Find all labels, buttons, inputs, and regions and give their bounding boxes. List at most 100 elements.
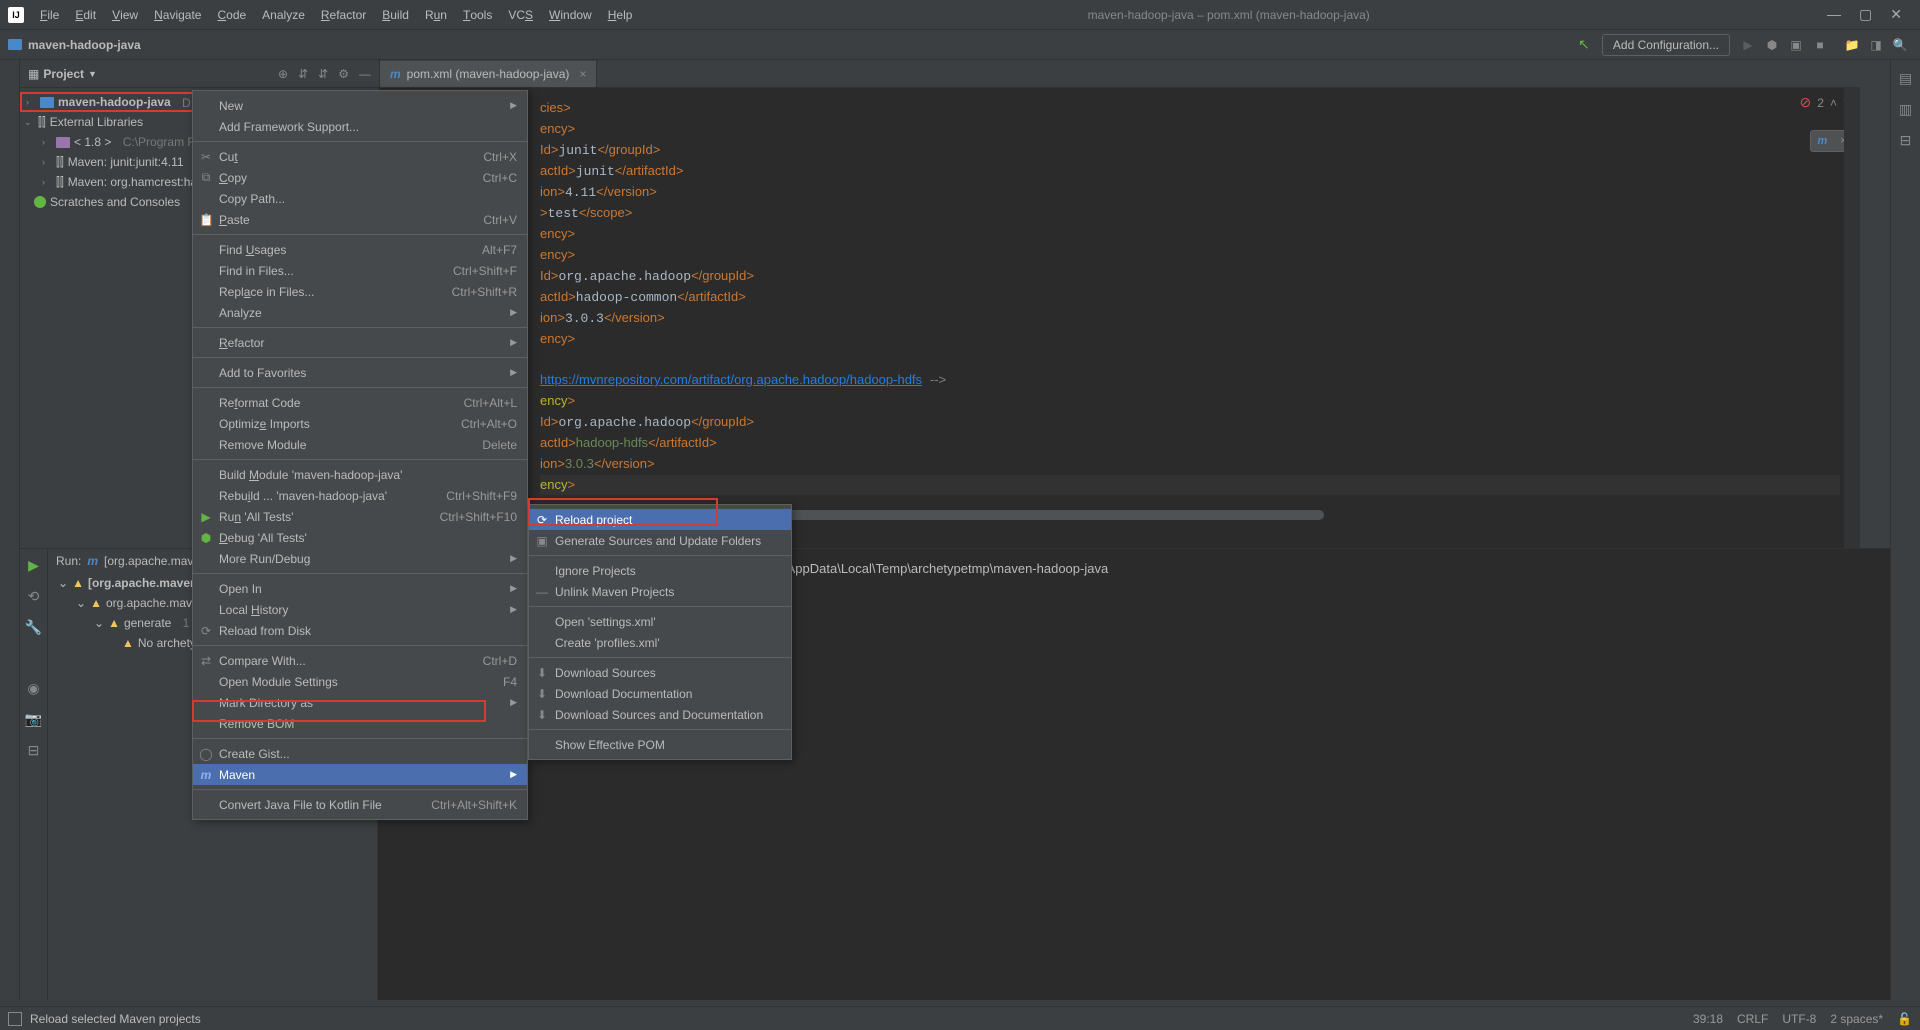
warn-icon: ▲ xyxy=(90,596,102,610)
ctx-reformat[interactable]: Reformat CodeCtrl+Alt+L xyxy=(193,392,527,413)
maximize-icon[interactable]: ▢ xyxy=(1859,6,1872,23)
statusbar: Reload selected Maven projects 39:18 CRL… xyxy=(0,1006,1920,1030)
add-configuration-button[interactable]: Add Configuration... xyxy=(1602,34,1730,56)
menu-file[interactable]: FFileile xyxy=(32,1,67,29)
project-panel-title[interactable]: ▦Project▼ xyxy=(28,67,97,81)
ctx-new[interactable]: New▶ xyxy=(193,95,527,116)
ctx-reload-disk[interactable]: ⟳Reload from Disk xyxy=(193,620,527,641)
reload-icon: ⟳ xyxy=(535,513,549,527)
sub-open-settings[interactable]: Open 'settings.xml' xyxy=(529,611,791,632)
menu-window[interactable]: Window xyxy=(541,1,600,29)
ctx-replace-in-files[interactable]: Replace in Files...Ctrl+Shift+R xyxy=(193,281,527,302)
run-icon[interactable]: ▶ xyxy=(1738,35,1758,55)
ctx-find-usages[interactable]: Find UsagesAlt+F7 xyxy=(193,239,527,260)
menu-refactor[interactable]: Refactor xyxy=(313,1,374,29)
tool-window-icon[interactable] xyxy=(8,1012,22,1026)
sub-show-pom[interactable]: Show Effective POM xyxy=(529,734,791,755)
ctx-find-in-files[interactable]: Find in Files...Ctrl+Shift+F xyxy=(193,260,527,281)
ctx-copy[interactable]: ⧉CopyCtrl+C xyxy=(193,167,527,188)
library-icon: ⫿⫿ xyxy=(56,175,64,190)
ctx-remove-module[interactable]: Remove ModuleDelete xyxy=(193,434,527,455)
ctx-maven[interactable]: mMaven▶ xyxy=(193,764,527,785)
ctx-kotlin[interactable]: Convert Java File to Kotlin FileCtrl+Alt… xyxy=(193,794,527,815)
sub-generate-sources[interactable]: ▣Generate Sources and Update Folders xyxy=(529,530,791,551)
ctx-remove-bom[interactable]: Remove BOM xyxy=(193,713,527,734)
stop-icon[interactable]: ■ xyxy=(1810,35,1830,55)
minimize-icon[interactable]: — xyxy=(1827,6,1841,23)
warn-icon: ▲ xyxy=(108,616,120,630)
menu-build[interactable]: Build xyxy=(374,1,417,29)
readonly-icon[interactable]: 🔓 xyxy=(1897,1012,1912,1026)
database-icon[interactable]: ▥ xyxy=(1899,101,1912,118)
ctx-cut[interactable]: ✂CutCtrl+X xyxy=(193,146,527,167)
collapse-all-icon[interactable]: ⇵ xyxy=(318,67,328,81)
ctx-debug-tests[interactable]: ⬢Debug 'All Tests' xyxy=(193,527,527,548)
ctx-compare[interactable]: ⇄Compare With...Ctrl+D xyxy=(193,650,527,671)
camera-icon[interactable]: 📷 xyxy=(25,711,42,728)
library-icon xyxy=(56,137,70,148)
notifications-icon[interactable]: ▤ xyxy=(1899,70,1912,87)
hide-icon[interactable]: — xyxy=(359,67,371,81)
menu-vcs[interactable]: VCS xyxy=(500,1,541,29)
search-icon[interactable]: 🔍 xyxy=(1890,35,1910,55)
menu-navigate[interactable]: Navigate xyxy=(146,1,209,29)
select-open-file-icon[interactable]: ⊕ xyxy=(278,67,288,81)
eye-icon[interactable]: ◉ xyxy=(27,680,39,697)
coverage-icon[interactable]: ▣ xyxy=(1786,35,1806,55)
code-area[interactable]: cies> ency> Id>junit</groupId> actId>jun… xyxy=(380,88,1840,548)
sub-download-both[interactable]: ⬇Download Sources and Documentation xyxy=(529,704,791,725)
ctx-run-tests[interactable]: ▶Run 'All Tests'Ctrl+Shift+F10 xyxy=(193,506,527,527)
menu-tools[interactable]: Tools xyxy=(455,1,500,29)
ctx-more-run[interactable]: More Run/Debug▶ xyxy=(193,548,527,569)
vcs-icon[interactable]: 📁 xyxy=(1842,35,1862,55)
ide-settings-icon[interactable]: ◨ xyxy=(1866,35,1886,55)
sub-unlink[interactable]: —Unlink Maven Projects xyxy=(529,581,791,602)
menu-edit[interactable]: Edit xyxy=(67,1,104,29)
indent[interactable]: 2 spaces* xyxy=(1830,1012,1883,1026)
expand-all-icon[interactable]: ⇵ xyxy=(298,67,308,81)
ctx-add-framework[interactable]: Add Framework Support... xyxy=(193,116,527,137)
breadcrumb[interactable]: maven-hadoop-java xyxy=(8,38,141,52)
gear-icon[interactable]: 🔧 xyxy=(25,619,42,636)
settings-icon[interactable]: ⚙ xyxy=(338,67,349,81)
trash-icon[interactable]: ⊟ xyxy=(28,742,40,759)
tab-pom[interactable]: m pom.xml (maven-hadoop-java) × xyxy=(380,61,597,87)
ctx-open-in[interactable]: Open In▶ xyxy=(193,578,527,599)
editor-gutter xyxy=(1844,88,1860,548)
menu-analyze[interactable]: Analyze xyxy=(254,1,313,29)
ctx-refactor[interactable]: Refactor▶ xyxy=(193,332,527,353)
build-icon[interactable]: ↖ xyxy=(1574,35,1594,55)
rerun-icon[interactable]: ▶ xyxy=(28,557,39,574)
ctx-copy-path[interactable]: Copy Path... xyxy=(193,188,527,209)
menu-view[interactable]: View xyxy=(104,1,146,29)
ctx-local-history[interactable]: Local History▶ xyxy=(193,599,527,620)
ctx-build-module[interactable]: Build Module 'maven-hadoop-java' xyxy=(193,464,527,485)
ctx-paste[interactable]: 📋PasteCtrl+V xyxy=(193,209,527,230)
line-separator[interactable]: CRLF xyxy=(1737,1012,1768,1026)
ctx-analyze[interactable]: Analyze▶ xyxy=(193,302,527,323)
ctx-optimize-imports[interactable]: Optimize ImportsCtrl+Alt+O xyxy=(193,413,527,434)
stop-icon[interactable]: ⟲ xyxy=(28,588,40,605)
sub-create-profiles[interactable]: Create 'profiles.xml' xyxy=(529,632,791,653)
menu-help[interactable]: Help xyxy=(600,1,641,29)
sub-reload-project[interactable]: ⟳Reload project xyxy=(529,509,791,530)
run-icon: ▶ xyxy=(199,510,213,524)
menu-code[interactable]: Code xyxy=(209,1,254,29)
sub-ignore[interactable]: Ignore Projects xyxy=(529,560,791,581)
close-icon[interactable]: ✕ xyxy=(1890,6,1902,23)
caret-position[interactable]: 39:18 xyxy=(1693,1012,1723,1026)
maven-tool-icon[interactable]: ⊟ xyxy=(1900,132,1912,149)
file-encoding[interactable]: UTF-8 xyxy=(1782,1012,1816,1026)
ctx-rebuild[interactable]: Rebuild ... 'maven-hadoop-java'Ctrl+Shif… xyxy=(193,485,527,506)
debug-icon[interactable]: ⬢ xyxy=(1762,35,1782,55)
ctx-open-module-settings[interactable]: Open Module SettingsF4 xyxy=(193,671,527,692)
sub-download-docs[interactable]: ⬇Download Documentation xyxy=(529,683,791,704)
maven-icon: m xyxy=(199,768,213,782)
ctx-favorites[interactable]: Add to Favorites▶ xyxy=(193,362,527,383)
ctx-mark-directory[interactable]: Mark Directory as▶ xyxy=(193,692,527,713)
copy-icon: ⧉ xyxy=(199,170,213,185)
ctx-create-gist[interactable]: ◯Create Gist... xyxy=(193,743,527,764)
close-tab-icon[interactable]: × xyxy=(579,67,586,81)
menu-run[interactable]: Run xyxy=(417,1,455,29)
sub-download-sources[interactable]: ⬇Download Sources xyxy=(529,662,791,683)
